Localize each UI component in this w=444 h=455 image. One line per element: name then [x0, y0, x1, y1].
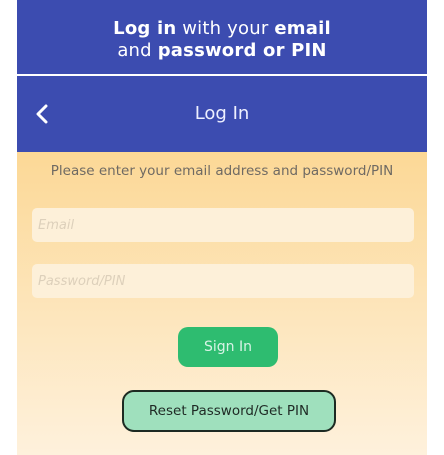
banner-bold-password-or-pin: password or PIN	[157, 40, 327, 61]
instruction-banner: Log in with your email and password or P…	[17, 0, 427, 74]
banner-text-with-your: with your	[176, 18, 275, 39]
banner-bold-email: email	[274, 18, 331, 39]
sign-in-button[interactable]: Sign In	[178, 327, 278, 367]
email-field[interactable]	[32, 208, 414, 242]
banner-line-2: and password or PIN	[17, 40, 427, 62]
password-pin-field[interactable]	[32, 264, 414, 298]
page-title: Log In	[194, 103, 250, 124]
login-form: Please enter your email address and pass…	[17, 152, 427, 455]
banner-line-1: Log in with your email	[17, 18, 427, 40]
reset-password-button[interactable]: Reset Password/Get PIN	[122, 390, 336, 432]
nav-bar: Log In	[17, 76, 427, 152]
instruction-text: Please enter your email address and pass…	[50, 163, 394, 179]
banner-text-and: and	[117, 40, 158, 61]
banner-bold-login: Log in	[113, 18, 177, 39]
login-screen: Log in with your email and password or P…	[0, 0, 444, 455]
